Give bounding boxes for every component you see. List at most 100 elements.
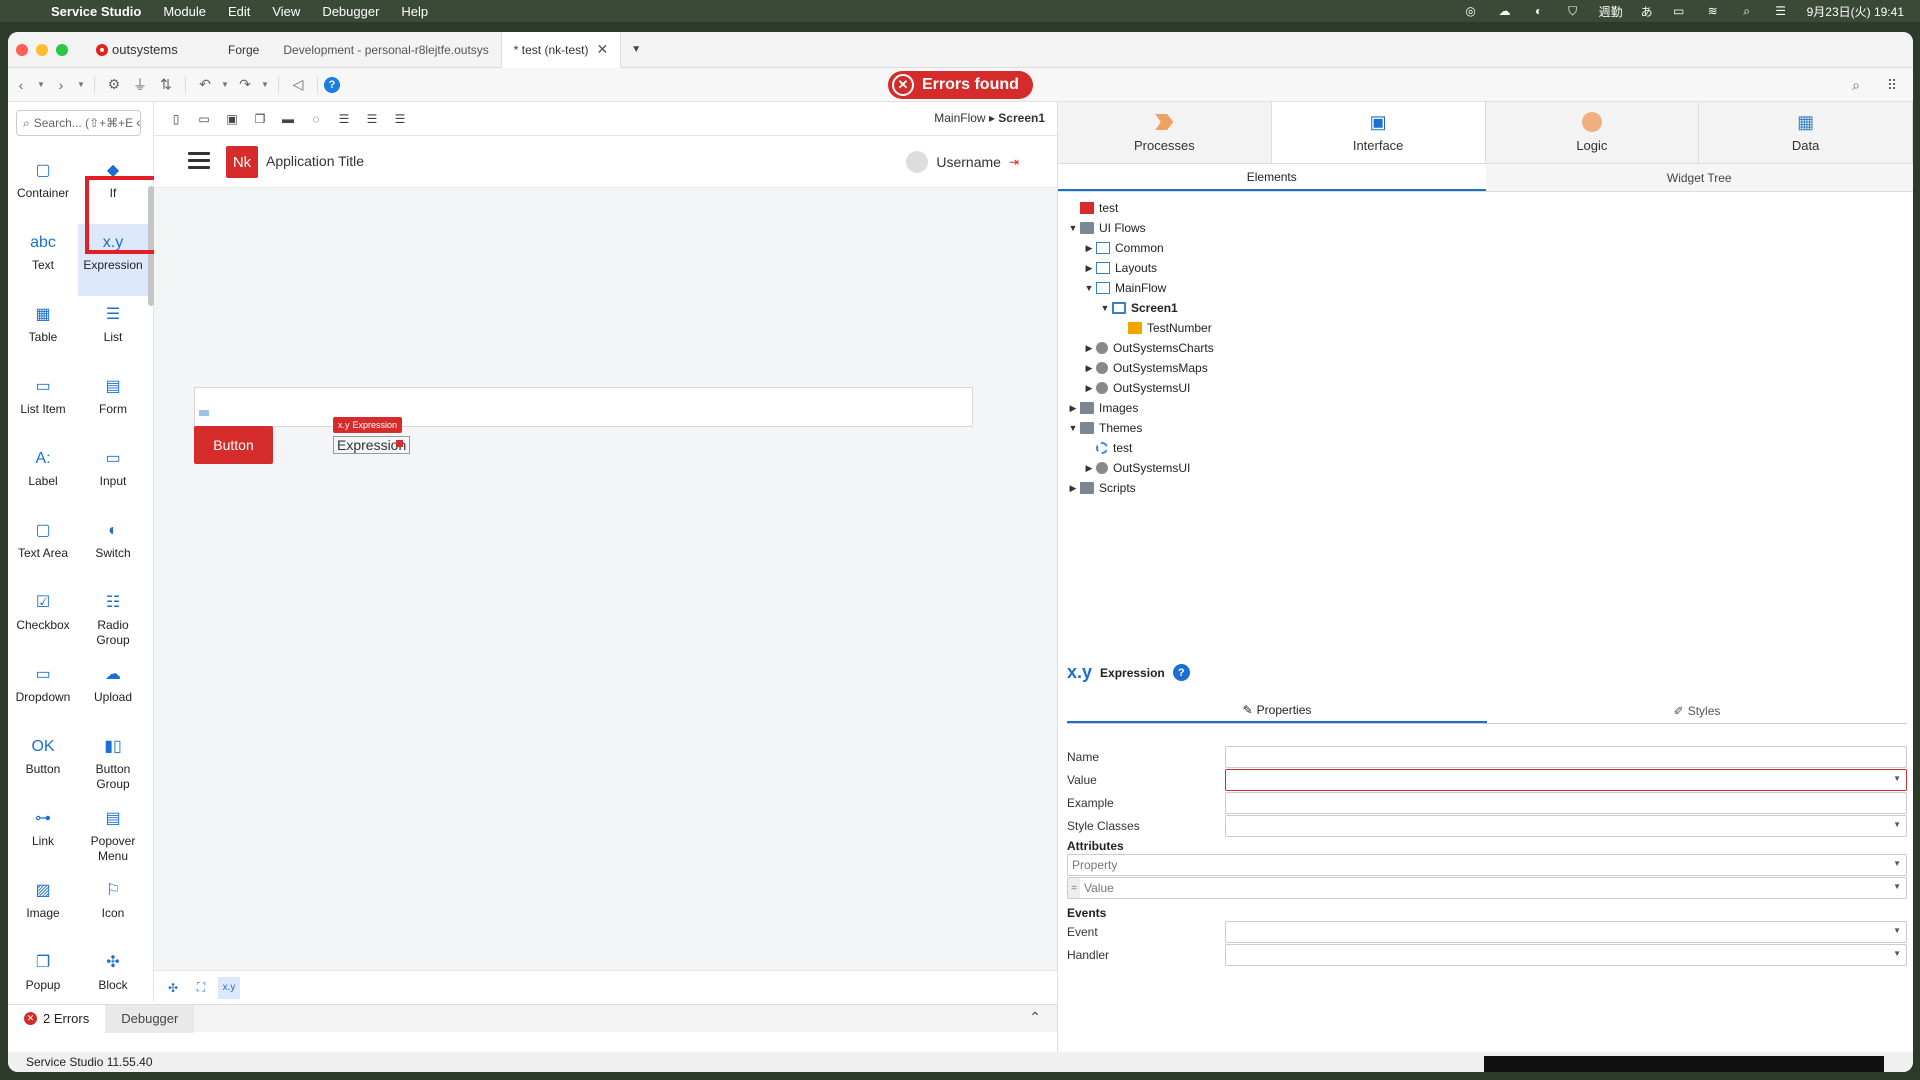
canvas-button-widget[interactable]: Button [194,426,273,464]
menu-app-name[interactable]: Service Studio [40,4,152,19]
collapsed-arrow-icon[interactable]: ▶ [1082,343,1096,354]
event-field[interactable]: ▼ [1225,921,1907,943]
widget-button[interactable]: OK Button [8,728,78,800]
redo-dropdown[interactable]: ▼ [258,80,272,89]
menu-debugger[interactable]: Debugger [311,4,390,19]
align-left-icon[interactable]: ☰ [332,107,356,131]
minimize-window-button[interactable] [36,43,48,56]
tab-development-env[interactable]: Development - personal-r8lejtfe.outsys [271,32,500,68]
expanded-arrow-icon[interactable]: ▼ [1066,423,1080,433]
widget-switch[interactable]: ◐ Switch [78,512,148,584]
help-icon[interactable]: ? [1172,664,1190,681]
tab-logic[interactable]: Logic [1485,102,1700,163]
widget-container[interactable]: ▢ Container [8,152,78,224]
widget-table[interactable]: ▦ Table [8,296,78,368]
tabs-dropdown-icon[interactable]: ▼ [621,44,651,55]
desktop-preview-icon[interactable]: ▣ [220,107,244,131]
screen-canvas[interactable]: ▯ ▭ ▣ ❐ ▬ ◌ ☰ ☰ ☰ MainFlow ▸ Screen1 Nk … [154,102,1057,1004]
expand-panel-icon[interactable]: ⌃ [1029,1009,1041,1026]
tab-data[interactable]: ▦ Data [1699,102,1913,163]
expanded-arrow-icon[interactable]: ▼ [1098,303,1112,313]
settings-icon[interactable]: ⚙ [101,72,127,98]
phone-preview-icon[interactable]: ▯ [164,107,188,131]
theme-icon[interactable]: ◌ [304,107,328,131]
wifi-icon[interactable]: ≋ [1705,4,1721,18]
tab-widget-tree[interactable]: Widget Tree [1485,164,1913,191]
ime-status[interactable]: 週勤 [1599,3,1623,20]
compare-merge-icon[interactable]: ⇅ [153,72,179,98]
undo-dropdown[interactable]: ▼ [218,80,232,89]
fullscreen-icon[interactable]: ⛶ [190,977,212,999]
collapsed-arrow-icon[interactable]: ▶ [1066,403,1080,414]
help-icon[interactable]: ? [324,76,340,93]
back-icon[interactable]: ‹ [8,72,34,98]
menu-edit[interactable]: Edit [217,4,261,19]
tree-node[interactable]: ▼ MainFlow [1066,278,1666,298]
cloud-icon[interactable]: ☁ [1497,4,1513,18]
tree-node[interactable]: ▼ UI Flows [1066,218,1666,238]
spotlight-search-icon[interactable]: ⌕ [1739,4,1755,18]
tab-processes[interactable]: Processes [1058,102,1272,163]
style-classes-field[interactable]: ▼ [1225,815,1907,837]
css-icon[interactable]: ▬ [276,107,300,131]
tab-properties[interactable]: ✎ Properties [1067,698,1487,723]
layers-icon[interactable]: ❐ [248,107,272,131]
widget-list-item[interactable]: ▭ List Item [8,368,78,440]
globe-icon[interactable]: ◐ [1531,4,1547,18]
tab-elements[interactable]: Elements [1058,164,1486,191]
widget-popover-menu[interactable]: ▤ Popover Menu [78,800,148,872]
widget-button-group[interactable]: ▮▯ Button Group [78,728,148,800]
chevron-down-icon[interactable]: ▼ [1893,820,1901,829]
widget-radio-group[interactable]: ☷ Radio Group [78,584,148,656]
menubar-datetime[interactable]: 9月23日(火) 19:41 [1807,3,1904,20]
widget-text-area[interactable]: ▢ Text Area [8,512,78,584]
tab-active-module[interactable]: * test (nk-test) ✕ [500,32,622,68]
tree-node[interactable]: ▶ OutSystemsMaps [1066,358,1666,378]
value-field[interactable]: ▼ [1225,769,1907,791]
chevron-down-icon[interactable]: ▼ [1893,774,1901,783]
example-field[interactable] [1225,792,1907,814]
announce-icon[interactable]: ◁ [285,72,311,98]
expanded-arrow-icon[interactable]: ▼ [1082,283,1096,293]
tab-forge[interactable]: Forge [216,32,271,68]
accessibility-icon[interactable]: ◎ [1463,4,1479,18]
apps-grid-icon[interactable]: ⠿ [1879,72,1905,98]
plug-icon[interactable]: ⏚ [127,72,153,98]
widget-icon[interactable]: ⚐ Icon [78,872,148,944]
outsystems-logo[interactable]: outsystems [96,42,216,57]
back-history-dropdown[interactable]: ▼ [34,80,48,89]
widget-label[interactable]: A: Label [8,440,78,512]
zoom-window-button[interactable] [56,43,68,56]
attribute-value-field[interactable]: = Value ▼ [1067,877,1907,899]
hamburger-menu-icon[interactable] [188,152,210,173]
redo-icon[interactable]: ↷ [232,72,258,98]
tree-node[interactable]: test [1066,438,1666,458]
collapsed-arrow-icon[interactable]: ▶ [1066,483,1080,494]
collapse-panel-icon[interactable]: ‹ [136,114,141,130]
undo-icon[interactable]: ↶ [192,72,218,98]
tree-node[interactable]: test [1066,198,1666,218]
widget-list[interactable]: ☰ List [78,296,148,368]
chevron-down-icon[interactable]: ▼ [1893,926,1901,935]
menu-module[interactable]: Module [152,4,217,19]
breadcrumb-flow[interactable]: MainFlow [934,111,985,125]
widget-search-input[interactable]: ⌕ Search... (⇧+⌘+E [16,110,141,136]
widget-upload[interactable]: ☁ Upload [78,656,148,728]
collapsed-arrow-icon[interactable]: ▶ [1082,363,1096,374]
tree-node[interactable]: ▶ Scripts [1066,478,1666,498]
handler-field[interactable]: ▼ [1225,944,1907,966]
tree-node[interactable]: ▶ Images [1066,398,1666,418]
attribute-property-field[interactable]: Property ▼ [1067,854,1907,876]
tree-node[interactable]: ▶ OutSystemsUI [1066,378,1666,398]
tree-node[interactable]: ▶ OutSystemsUI [1066,458,1666,478]
tree-node[interactable]: ▶ Common [1066,238,1666,258]
logout-icon[interactable]: ⇥ [1009,155,1019,169]
search-icon[interactable]: ⌕ [1843,72,1869,98]
close-window-button[interactable] [16,43,28,56]
menu-help[interactable]: Help [390,4,439,19]
tree-node[interactable]: TestNumber [1066,318,1666,338]
debugger-tab[interactable]: Debugger [105,1004,195,1033]
breadcrumb-screen[interactable]: Screen1 [998,111,1045,125]
battery-icon[interactable]: ▭ [1671,4,1687,18]
forward-icon[interactable]: › [48,72,74,98]
